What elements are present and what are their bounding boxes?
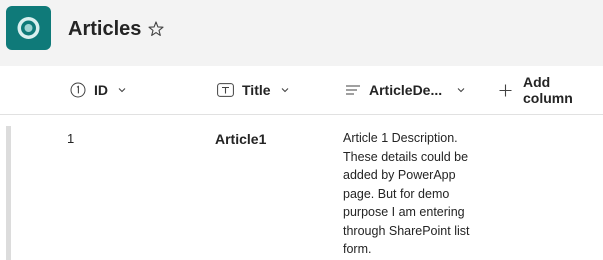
column-header-label: ArticleDe... [369, 82, 443, 98]
page-title: Articles [68, 18, 142, 40]
column-header-label: Title [242, 82, 271, 98]
chevron-down-icon [456, 85, 466, 95]
cell-article-description: Article 1 Description. These details cou… [343, 131, 470, 256]
header-divider [0, 114, 603, 115]
add-column-button[interactable]: Add column [499, 66, 603, 114]
number-circle-icon [70, 82, 86, 98]
list-header: Articles [0, 0, 603, 66]
chevron-down-icon [117, 85, 127, 95]
column-header-label: ID [94, 82, 108, 98]
add-column-label: Add column [523, 74, 573, 106]
plus-icon [499, 84, 512, 97]
text-field-icon [217, 83, 234, 97]
column-header-title[interactable]: Title [217, 66, 290, 114]
cell-title[interactable]: Article1 [215, 131, 266, 147]
row-selection-bar[interactable] [6, 126, 11, 260]
star-outline-icon[interactable] [146, 19, 166, 39]
column-header-article-description[interactable]: ArticleDe... [345, 66, 466, 114]
multiline-text-icon [345, 83, 361, 97]
cell-id: 1 [67, 131, 75, 146]
column-header-id[interactable]: ID [70, 66, 127, 114]
chevron-down-icon [280, 85, 290, 95]
sharepoint-list-icon [6, 6, 51, 50]
